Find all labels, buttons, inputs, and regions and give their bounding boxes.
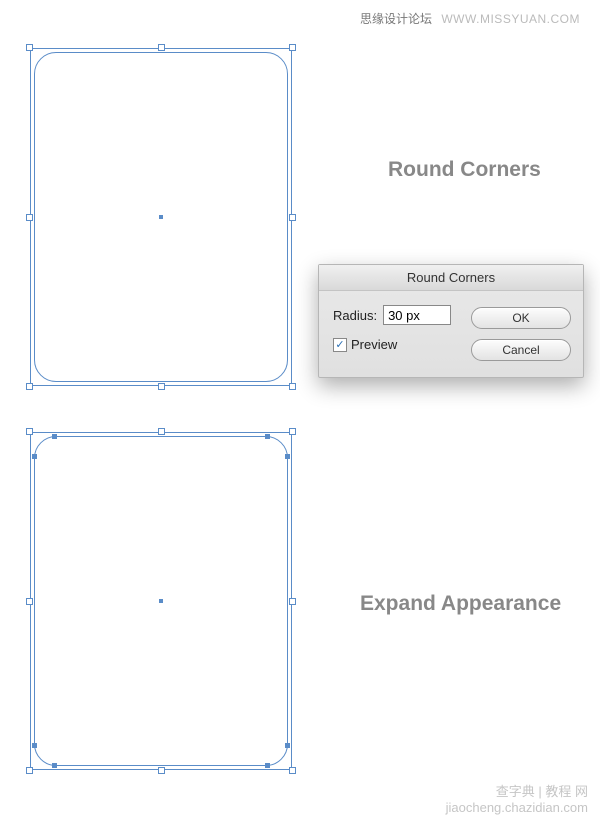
watermark-top: 思缘设计论坛 WWW.MISSYUAN.COM	[360, 10, 580, 27]
handle-tl[interactable]	[26, 428, 33, 435]
handle-bl[interactable]	[26, 383, 33, 390]
handle-tr[interactable]	[289, 428, 296, 435]
watermark-bottom: 查字典 | 教程 网 jiaocheng.chazidian.com	[446, 784, 588, 817]
watermark-bottom-line2: jiaocheng.chazidian.com	[446, 800, 588, 816]
handle-tm[interactable]	[158, 428, 165, 435]
watermark-bottom-line1: 查字典 | 教程 网	[446, 784, 588, 800]
center-point	[159, 599, 163, 603]
anchor-point	[285, 743, 290, 748]
anchor-point	[52, 434, 57, 439]
handle-tl[interactable]	[26, 44, 33, 51]
handle-tm[interactable]	[158, 44, 165, 51]
label-round-corners: Round Corners	[388, 158, 541, 182]
handle-tr[interactable]	[289, 44, 296, 51]
artboard-expand-appearance	[30, 432, 292, 770]
watermark-top-url: WWW.MISSYUAN.COM	[441, 12, 580, 26]
label-expand-appearance: Expand Appearance	[360, 592, 561, 616]
dialog-body: Radius: ✓ Preview OK Cancel	[319, 291, 583, 377]
handle-bm[interactable]	[158, 767, 165, 774]
handle-mr[interactable]	[289, 598, 296, 605]
anchor-point	[32, 454, 37, 459]
center-point	[159, 215, 163, 219]
radius-input[interactable]	[383, 305, 451, 325]
anchor-point	[265, 434, 270, 439]
handle-bm[interactable]	[158, 383, 165, 390]
preview-label: Preview	[351, 337, 397, 352]
handle-br[interactable]	[289, 767, 296, 774]
ok-button[interactable]: OK	[471, 307, 571, 329]
handle-ml[interactable]	[26, 214, 33, 221]
cancel-button[interactable]: Cancel	[471, 339, 571, 361]
radius-label: Radius:	[333, 308, 377, 323]
anchor-point	[265, 763, 270, 768]
preview-checkbox[interactable]: ✓	[333, 338, 347, 352]
anchor-point	[32, 743, 37, 748]
handle-br[interactable]	[289, 383, 296, 390]
artboard-round-corners	[30, 48, 292, 386]
dialog-title: Round Corners	[319, 265, 583, 291]
anchor-point	[52, 763, 57, 768]
anchor-point	[285, 454, 290, 459]
watermark-top-chinese: 思缘设计论坛	[360, 12, 432, 26]
handle-mr[interactable]	[289, 214, 296, 221]
handle-ml[interactable]	[26, 598, 33, 605]
round-corners-dialog: Round Corners Radius: ✓ Preview OK Cance…	[318, 264, 584, 378]
handle-bl[interactable]	[26, 767, 33, 774]
